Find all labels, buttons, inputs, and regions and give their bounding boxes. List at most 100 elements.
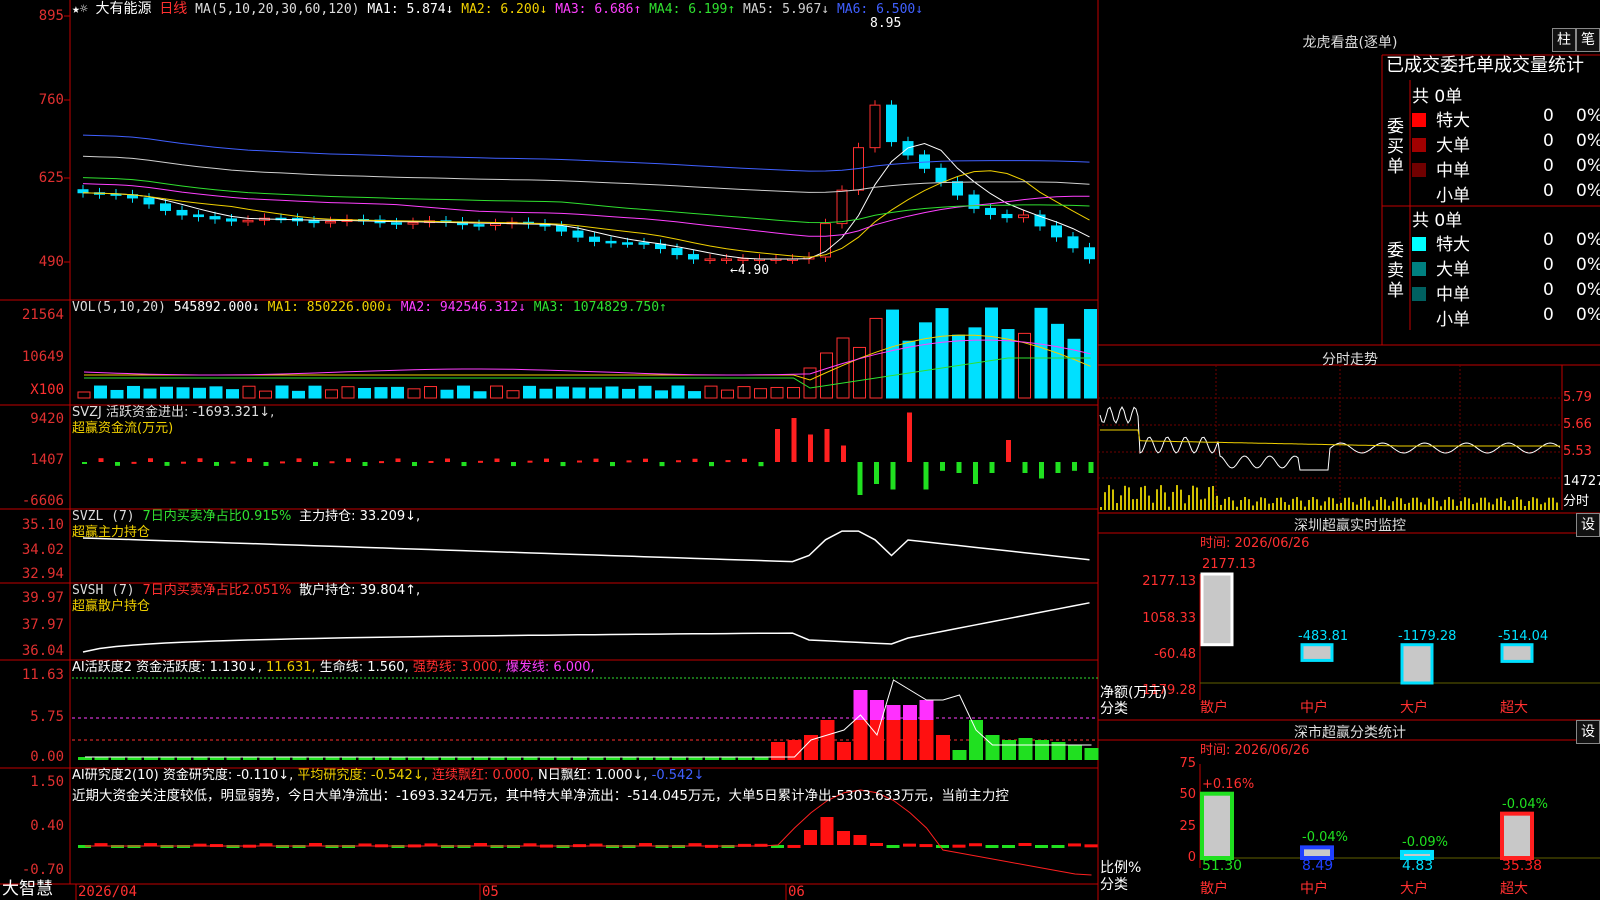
- volume-bar: [209, 386, 223, 399]
- gear-icon[interactable]: ☼: [80, 2, 88, 17]
- svzj-bar: [610, 462, 615, 467]
- volume-bar: [671, 385, 685, 399]
- classify-change-label: +0.16%: [1202, 776, 1255, 792]
- svzj-bar: [676, 460, 681, 463]
- ma-values: MA1: 5.874↓ MA2: 6.200↓ MA3: 6.686↑ MA4:…: [367, 2, 923, 17]
- intraday-vol-bar: [1220, 504, 1222, 510]
- candle-body: [77, 189, 89, 194]
- volume-bar: [143, 388, 157, 399]
- ai2-bar: [1018, 843, 1032, 847]
- intraday-vol-bar: [1128, 487, 1130, 510]
- ai1-bar-top: [903, 705, 917, 720]
- svzj-bar: [280, 461, 285, 464]
- monitor-bar-label: 2177.13: [1202, 557, 1256, 572]
- volume-bar: [358, 387, 371, 399]
- svsh-ratio: 7日内买卖净占比2.051%: [142, 583, 292, 598]
- svzj-label: SVZJ 活跃资金进出: -1693.321↓,: [72, 405, 275, 420]
- svzj-bar: [511, 462, 516, 467]
- candle-body: [935, 167, 947, 183]
- intraday-vol-bar: [1276, 497, 1278, 510]
- volume-bar: [935, 308, 949, 399]
- intraday-vol-bar: [1388, 505, 1390, 510]
- volume-bar: [869, 317, 883, 399]
- svzl-axis-label: 35.10: [21, 517, 64, 533]
- candle-body: [605, 240, 617, 244]
- intraday-vol-bar: [1112, 489, 1114, 510]
- svzj-bar: [148, 458, 153, 462]
- ai1-bar: [903, 720, 917, 760]
- ai1-bar: [837, 742, 851, 760]
- intraday-title[interactable]: 分时走势: [1100, 349, 1600, 369]
- volume-bar: [886, 309, 899, 399]
- intraday-vol-bar: [1228, 497, 1230, 510]
- svzj-bar: [362, 462, 368, 467]
- intraday-vol-bar: [1312, 497, 1314, 510]
- buy-row-percent: 0%: [1576, 131, 1600, 151]
- svzj-bar: [164, 462, 170, 466]
- svzj-bar: [379, 461, 384, 464]
- main-chart-svg[interactable]: 8.95 ←4.90: [0, 0, 1600, 900]
- intraday-vol-bar: [1252, 505, 1254, 510]
- svzj-bar: [230, 461, 236, 464]
- volume-bar: [226, 389, 239, 399]
- intraday-vol-bar: [1296, 497, 1298, 510]
- ai1-life: 生命线: 1.560,: [319, 660, 409, 675]
- bar-mode-button[interactable]: 柱: [1552, 28, 1576, 52]
- svzj-bar: [395, 458, 401, 462]
- star-icon[interactable]: ★: [72, 2, 80, 17]
- svzj-bar: [940, 462, 945, 471]
- high-annotation: 8.95: [870, 16, 901, 31]
- candle-body: [308, 220, 320, 224]
- period-label[interactable]: 日线: [159, 1, 187, 17]
- svzj-bar: [956, 462, 962, 473]
- ai2-bar: [787, 844, 801, 848]
- volume-bar: [242, 385, 256, 399]
- intraday-vol-bar: [1108, 485, 1110, 510]
- intraday-vol-bar: [1544, 502, 1546, 510]
- monitor-category-label: 超大: [1500, 700, 1528, 716]
- tick-mode-button[interactable]: 笔: [1576, 28, 1600, 52]
- svzj-bar: [461, 462, 467, 467]
- ai2-bar: [985, 845, 999, 848]
- volume-bar: [374, 387, 388, 399]
- ai2-axis-label: 1.50: [30, 774, 64, 790]
- svzj-bar: [659, 462, 665, 467]
- svzj-sub: 超赢资金流(万元): [72, 421, 174, 436]
- ai1-bar: [969, 720, 983, 760]
- svzj-bar: [98, 458, 104, 462]
- ai1-axis-label: 5.75: [30, 709, 64, 725]
- ai2-bar: [870, 843, 883, 846]
- ai2-red: 连续飘红: 0.000,: [432, 768, 534, 783]
- svzj-bar: [907, 412, 912, 462]
- intraday-vol-bar: [1524, 506, 1526, 510]
- candle-body: [704, 258, 716, 261]
- lhb-tabs[interactable]: 已成交委托单成交量统计: [1386, 55, 1584, 77]
- candle-body: [176, 209, 188, 216]
- candle-body: [1018, 214, 1029, 219]
- vol-value: MA2: 942546.312↓: [400, 300, 534, 315]
- svzj-bar: [577, 460, 582, 463]
- svzj-bar: [824, 429, 830, 462]
- intraday-axis-label: 5.66: [1563, 417, 1592, 432]
- svzl-header: SVZL (7) 7日内买卖净占比0.915% 主力持仓: 33.209↓, 超…: [72, 509, 420, 541]
- monitor-settings-button[interactable]: 设: [1576, 513, 1600, 537]
- buy-swatch: [1412, 185, 1426, 205]
- intraday-vol-bar: [1140, 487, 1142, 510]
- ma-value: MA5: 5.967↓: [743, 2, 837, 17]
- svzl-label: SVZL (7): [72, 509, 135, 524]
- volume-bar: [440, 389, 454, 399]
- buy-row-value: 0: [1543, 131, 1554, 151]
- candle-body: [572, 230, 584, 238]
- svzj-bar: [923, 462, 929, 490]
- intraday-vol-bar: [1224, 498, 1226, 510]
- stock-name[interactable]: 大有能源: [95, 1, 151, 17]
- intraday-vol-bar: [1284, 502, 1286, 510]
- intraday-vol-bar: [1136, 498, 1138, 510]
- price-axis-label: 760: [38, 92, 64, 108]
- buy-swatch: [1412, 135, 1426, 155]
- candle-body: [193, 214, 204, 218]
- classify-value-label: 51.30: [1202, 858, 1243, 874]
- intraday-vol-bar: [1492, 504, 1494, 510]
- legend-swatch: [1412, 237, 1426, 251]
- classify-settings-button[interactable]: 设: [1576, 720, 1600, 744]
